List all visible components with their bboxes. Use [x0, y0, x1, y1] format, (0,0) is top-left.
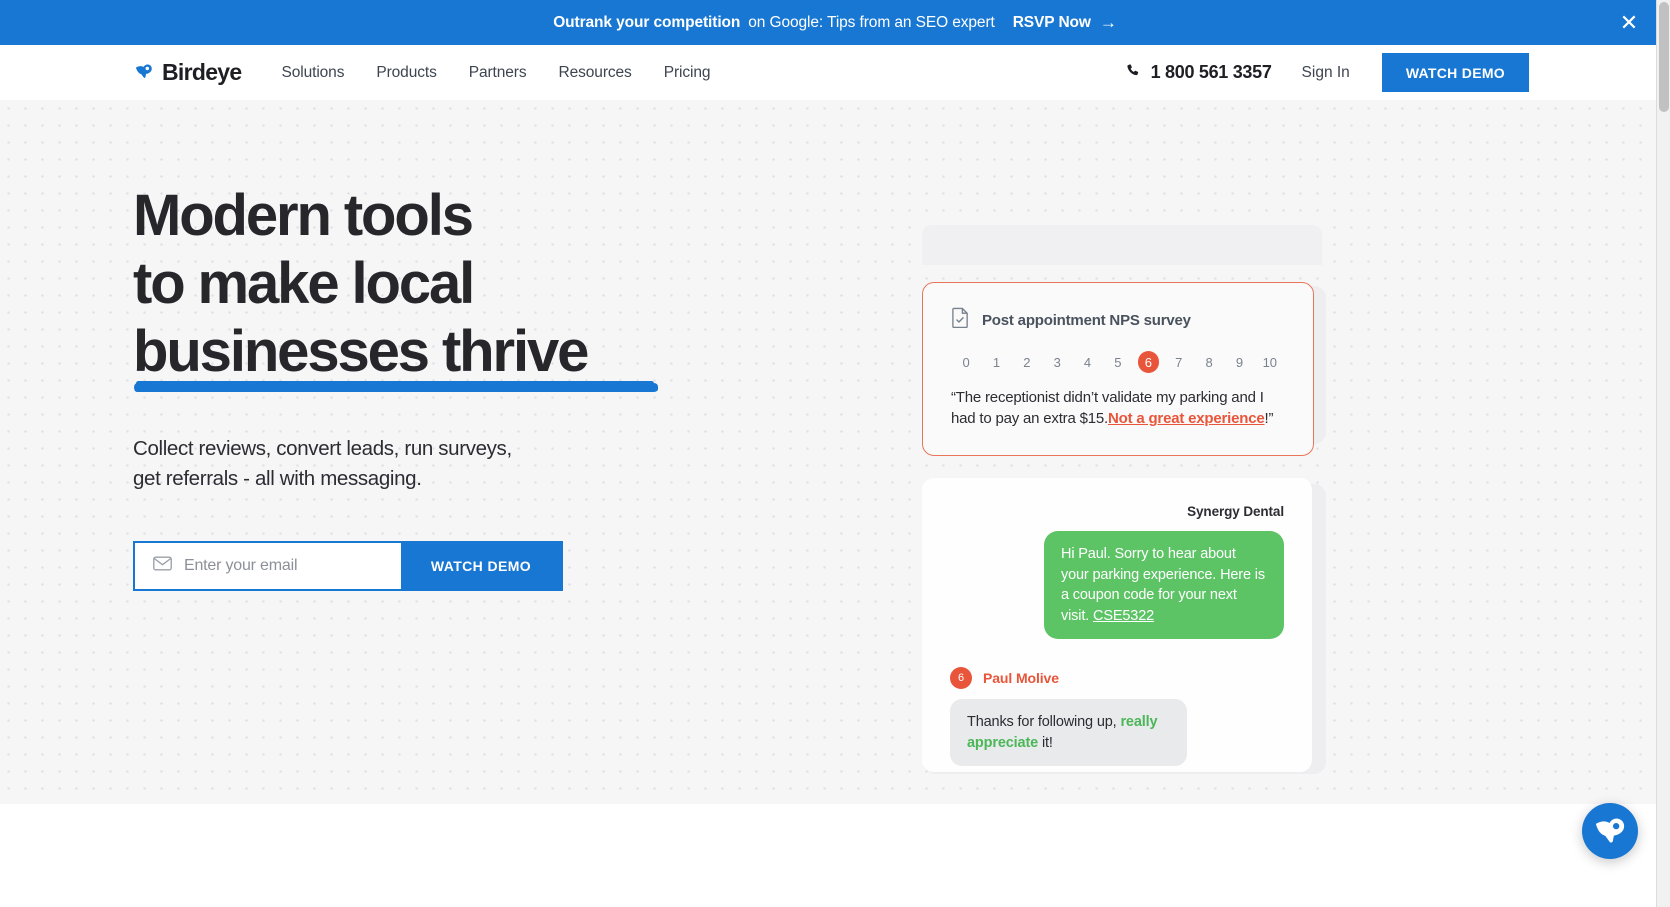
- nps-option-5[interactable]: 5: [1103, 351, 1133, 373]
- nav-item-pricing[interactable]: Pricing: [648, 54, 727, 92]
- incoming-prefix: Thanks for following up,: [967, 714, 1117, 730]
- form-watch-demo-button[interactable]: WATCH DEMO: [401, 543, 561, 589]
- arrow-right-icon: →: [1099, 13, 1117, 32]
- chat-user-name: Paul Molive: [983, 670, 1059, 686]
- phone-icon: [1125, 62, 1142, 84]
- nps-option-7[interactable]: 7: [1164, 351, 1194, 373]
- announcement-banner: Outrank your competition on Google: Tips…: [0, 0, 1670, 45]
- chat-conversation-card: Synergy Dental Hi Paul. Sorry to hear ab…: [922, 478, 1312, 772]
- nav-item-partners[interactable]: Partners: [453, 54, 543, 92]
- nps-option-8[interactable]: 8: [1194, 351, 1224, 373]
- nav-item-products[interactable]: Products: [360, 54, 452, 92]
- page-root: Outrank your competition on Google: Tips…: [0, 0, 1670, 907]
- close-icon[interactable]: ✕: [1616, 10, 1642, 36]
- birdeye-bird-icon: [1592, 811, 1628, 852]
- incoming-suffix: it!: [1041, 734, 1053, 751]
- nps-card-header: Post appointment NPS survey: [951, 307, 1285, 333]
- page-title: Modern tools to make local businesses th…: [133, 182, 658, 392]
- birdeye-bird-icon: [133, 59, 155, 86]
- chat-user-row: 6 Paul Molive: [950, 667, 1284, 689]
- nps-rating-scale: 0 1 2 3 4 5 6 7 8 9 10: [951, 351, 1285, 373]
- quote-text-close: !”: [1264, 410, 1274, 427]
- nps-card-title: Post appointment NPS survey: [982, 311, 1191, 329]
- nps-option-2[interactable]: 2: [1012, 351, 1042, 373]
- rsvp-now-link[interactable]: RSVP Now →: [1013, 14, 1117, 32]
- nav-item-resources[interactable]: Resources: [543, 54, 648, 92]
- avatar: 6: [950, 667, 972, 689]
- nps-option-10[interactable]: 10: [1255, 351, 1285, 373]
- site-header: Birdeye Solutions Products Partners Reso…: [0, 45, 1670, 100]
- nps-option-4[interactable]: 4: [1072, 351, 1102, 373]
- background-card-top: [922, 225, 1322, 265]
- brand-name: Birdeye: [162, 59, 242, 85]
- subhead-line-2: get referrals - all with messaging.: [133, 467, 422, 490]
- announcement-text: Outrank your competition on Google: Tips…: [553, 14, 1117, 32]
- nps-option-1[interactable]: 1: [981, 351, 1011, 373]
- outgoing-message-text: Hi Paul. Sorry to hear about your parkin…: [1061, 546, 1265, 624]
- email-input[interactable]: [184, 557, 401, 575]
- brand-logo-link[interactable]: Birdeye: [133, 59, 242, 86]
- headline-line-3: businesses thrive: [133, 319, 589, 384]
- phone-number-text: 1 800 561 3357: [1150, 62, 1272, 82]
- announcement-rest: on Google: Tips from an SEO expert: [748, 13, 995, 31]
- coupon-code[interactable]: CSE5322: [1093, 608, 1154, 624]
- birdeye-chat-widget-button[interactable]: [1582, 803, 1638, 859]
- headline-underline-brush: [134, 381, 658, 392]
- chat-bubble-incoming: Thanks for following up, really apprecia…: [950, 699, 1187, 766]
- envelope-icon: [153, 556, 172, 576]
- hero-illustration: Post appointment NPS survey 0 1 2 3 4 5 …: [900, 100, 1370, 804]
- scrollbar-thumb[interactable]: [1659, 2, 1669, 112]
- header-actions: 1 800 561 3357 Sign In WATCH DEMO: [1125, 53, 1529, 92]
- nps-option-0[interactable]: 0: [951, 351, 981, 373]
- sign-in-link[interactable]: Sign In: [1302, 64, 1350, 82]
- headline-line-2: to make local: [133, 251, 475, 316]
- nav-item-solutions[interactable]: Solutions: [265, 54, 360, 92]
- nps-option-3[interactable]: 3: [1042, 351, 1072, 373]
- email-signup-form: WATCH DEMO: [133, 541, 563, 591]
- chat-bubble-outgoing: Hi Paul. Sorry to hear about your parkin…: [1044, 531, 1284, 639]
- nps-option-9[interactable]: 9: [1224, 351, 1254, 373]
- hero-section: Modern tools to make local businesses th…: [0, 100, 1670, 804]
- rsvp-now-label: RSVP Now: [1012, 13, 1091, 31]
- email-field-wrapper: [135, 543, 401, 589]
- chat-business-name: Synergy Dental: [1187, 504, 1284, 519]
- main-navigation: Solutions Products Partners Resources Pr…: [265, 54, 726, 92]
- page-scrollbar[interactable]: [1656, 0, 1670, 907]
- hero-subheading: Collect reviews, convert leads, run surv…: [133, 434, 833, 494]
- headline-line-1: Modern tools: [133, 183, 474, 248]
- hero-copy: Modern tools to make local businesses th…: [133, 182, 833, 591]
- subhead-line-1: Collect reviews, convert leads, run surv…: [133, 437, 512, 460]
- nps-survey-card: Post appointment NPS survey 0 1 2 3 4 5 …: [922, 282, 1314, 456]
- nps-review-quote: “The receptionist didn’t validate my par…: [951, 387, 1285, 429]
- watch-demo-button[interactable]: WATCH DEMO: [1381, 53, 1529, 92]
- document-check-icon: [951, 307, 970, 333]
- quote-highlight: Not a great experience: [1108, 410, 1265, 427]
- announcement-strong: Outrank your competition: [553, 13, 741, 31]
- phone-number-link[interactable]: 1 800 561 3357: [1125, 62, 1272, 84]
- nps-option-6-selected[interactable]: 6: [1137, 351, 1160, 373]
